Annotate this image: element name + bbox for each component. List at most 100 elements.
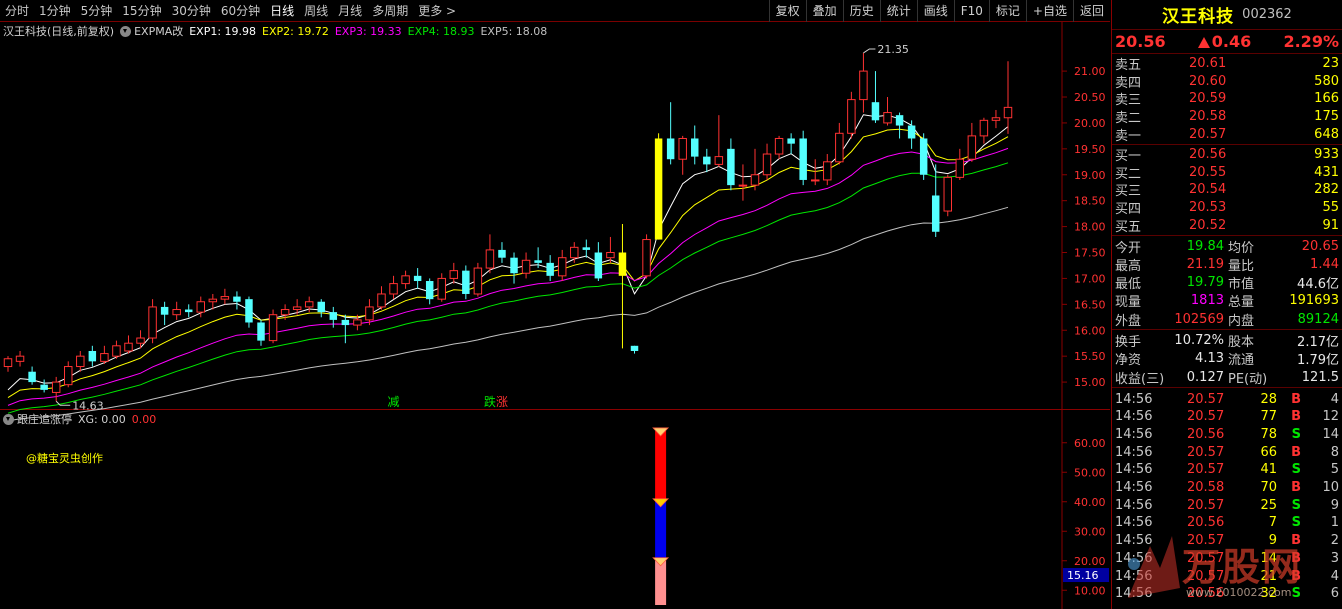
stat-label: 市值 (1228, 277, 1255, 293)
chart-annotations: 21.3514.63 减跌涨 (55, 43, 909, 412)
candle-body (703, 156, 711, 165)
tick-price: 20.56 (1187, 515, 1225, 531)
stat-value: 121.5 (1301, 369, 1339, 385)
tick-row: 14:56 20.57 41 S 5 (1112, 461, 1342, 479)
tick-row: 14:56 20.57 21 B 4 (1112, 567, 1342, 585)
stat-label: 总量 (1228, 295, 1255, 311)
sub-indicator-menu-icon[interactable] (3, 413, 14, 425)
quote-change-value: 0.46 (1211, 32, 1252, 51)
candle-body (28, 371, 36, 383)
stat-value: 0.127 (1186, 369, 1224, 385)
candle-body (425, 281, 434, 300)
stats1-row-3: 现量 1813 总量 191693 (1112, 292, 1342, 310)
asks-level-1[interactable]: 卖四 20.60 580 (1112, 73, 1342, 91)
stat-value: 2.17亿 (1297, 335, 1339, 351)
bids-level-2[interactable]: 买三 20.54 282 (1112, 181, 1342, 199)
chart-canvas[interactable]: 21.00 20.50 20.00 19.50 19.00 18.50 18.00 17.50… (0, 0, 1110, 609)
candle-body (810, 179, 820, 182)
candle-body (64, 366, 73, 386)
stat-value: 20.65 (1301, 238, 1339, 254)
asks-volume: 175 (1314, 109, 1339, 125)
stat-label: 流通 (1228, 353, 1255, 369)
tick-volume: 70 (1260, 480, 1277, 496)
quote-stats-secondary: 换手 10.72% 股本 2.17亿 净资 4.13 流通 1.79亿 收益(三) 0.127 PE… (1112, 330, 1342, 389)
current-value-label: 15.16 (1067, 569, 1099, 582)
candle-body (895, 115, 904, 126)
candle-body (377, 293, 386, 308)
stat-value: 1.44 (1310, 256, 1339, 272)
candle-body (955, 158, 965, 178)
candle (233, 291, 241, 310)
candle (871, 71, 880, 123)
tick-count: 3 (1330, 550, 1339, 566)
candle (220, 288, 230, 305)
sub-indicator-name[interactable]: 跟庄追涨停 (17, 411, 72, 427)
candle-body (787, 138, 795, 144)
stat-value: 19.84 (1186, 238, 1224, 254)
candle-body (100, 353, 109, 362)
stats2-row-0: 换手 10.72% 股本 2.17亿 (1112, 331, 1342, 351)
asks-level-0[interactable]: 卖五 20.61 23 (1112, 55, 1342, 73)
tick-price: 20.57 (1187, 497, 1225, 513)
candle (955, 148, 965, 180)
sub-tick-label: 10.00 (1074, 584, 1106, 597)
candle-body (907, 125, 916, 139)
price-tick-label: 17.50 (1074, 247, 1106, 260)
bids-level-4[interactable]: 买五 20.52 91 (1112, 216, 1342, 235)
candle-body (546, 262, 554, 276)
asks-level-3[interactable]: 卖二 20.58 175 (1112, 108, 1342, 126)
candle-body (389, 283, 398, 295)
price-tick-label: 18.00 (1074, 221, 1106, 234)
ema-lines (7, 114, 1009, 422)
candle (317, 299, 325, 318)
candle-body (630, 345, 639, 351)
stats1-row-0: 今开 19.84 均价 20.65 (1112, 237, 1342, 256)
bids-level-3[interactable]: 买四 20.53 55 (1112, 199, 1342, 217)
asks-level-2[interactable]: 卖三 20.59 166 (1112, 90, 1342, 108)
candle-body (3, 358, 13, 368)
candle (907, 120, 916, 149)
asks-level-4[interactable]: 卖一 20.57 648 (1112, 125, 1342, 144)
candle (678, 135, 687, 175)
stat-label: 最高 (1115, 258, 1142, 274)
stat-label: 股本 (1228, 335, 1255, 351)
candle (594, 242, 603, 282)
candle (389, 275, 398, 300)
candle-body (931, 195, 940, 232)
tick-time: 14:56 (1115, 497, 1153, 513)
candle-body (570, 246, 579, 259)
tick-count: 2 (1330, 533, 1339, 549)
sub-indicator-value: 0.00 (131, 412, 157, 426)
bids-level-1[interactable]: 买二 20.55 431 (1112, 164, 1342, 182)
candle-body (498, 249, 506, 258)
indicator-header: 跟庄追涨停 XG: 0.00 0.00 (0, 410, 1062, 428)
candle-body (823, 161, 832, 181)
tick-side: S (1291, 462, 1301, 478)
tick-row: 14:56 20.57 25 S 9 (1112, 496, 1342, 514)
tick-count: 14 (1322, 427, 1339, 443)
up-triangle-icon (1197, 37, 1210, 48)
bids-level-0[interactable]: 买一 20.56 933 (1112, 146, 1342, 164)
price-tick-label: 16.50 (1074, 298, 1106, 311)
tick-price: 20.57 (1187, 391, 1225, 407)
candle (76, 350, 85, 372)
tick-side: S (1291, 497, 1301, 513)
tick-price: 20.57 (1187, 533, 1225, 549)
bids-volume: 282 (1314, 182, 1339, 198)
candle (919, 133, 928, 180)
candle (859, 52, 868, 113)
candle-body (160, 306, 169, 315)
bids-label: 买一 (1115, 149, 1142, 165)
stats1-row-4: 外盘 102569 内盘 89124 (1112, 310, 1342, 329)
candle (40, 379, 48, 393)
tick-list[interactable]: 14:56 20.57 28 B 4 14:56 20.57 77 B 12 14:56 20.56 7… (1112, 388, 1342, 602)
price-tick-label: 19.50 (1074, 143, 1106, 156)
candle (714, 115, 724, 167)
stat-label: 外盘 (1115, 313, 1142, 329)
tick-volume: 28 (1260, 391, 1277, 407)
ema-line-exp3 (7, 147, 1009, 406)
tick-price: 20.58 (1187, 480, 1225, 496)
tick-side: S (1291, 427, 1301, 443)
tick-price: 20.57 (1187, 409, 1225, 425)
high-label: 21.35 (877, 43, 909, 56)
